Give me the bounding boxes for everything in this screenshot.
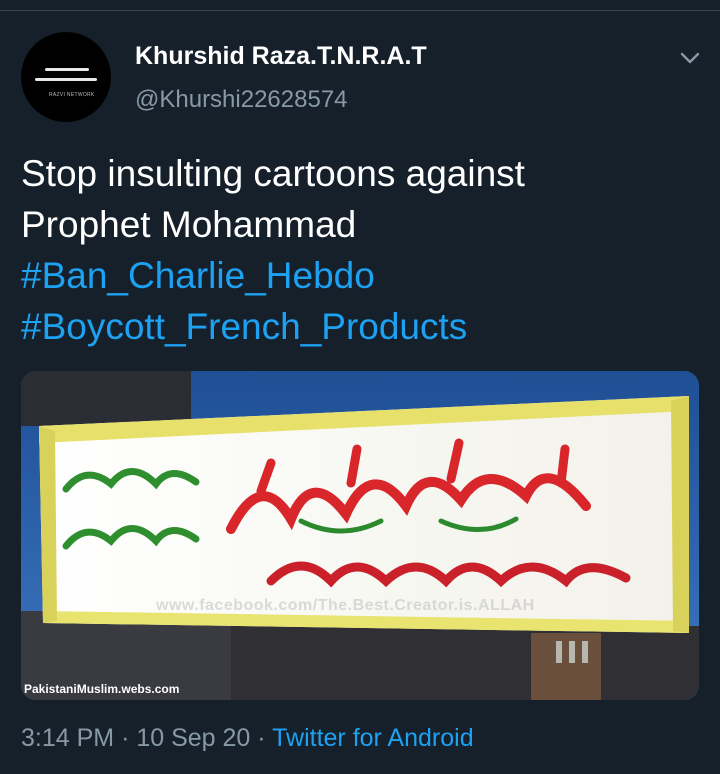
tweet-photo[interactable]: www.facebook.com/The.Best.Creator.is.ALL… xyxy=(21,371,699,700)
author-name[interactable]: Khurshid Raza.T.N.R.A.T xyxy=(135,42,427,71)
tweet-client-link[interactable]: Twitter for Android xyxy=(272,724,473,752)
chevron-down-icon[interactable] xyxy=(676,44,704,72)
tweet-meta: 3:14 PM · 10 Sep 20 · Twitter for Androi… xyxy=(21,724,474,753)
avatar-caption: RAZVI NETWORK xyxy=(49,92,95,98)
meta-separator: · xyxy=(257,724,266,752)
top-divider xyxy=(0,0,720,11)
tweet-text-line: Prophet Mohammad xyxy=(21,204,357,245)
avatar[interactable]: RAZVI NETWORK xyxy=(21,32,111,122)
hashtag-link[interactable]: #Boycott_French_Products xyxy=(21,301,701,352)
hashtag-link[interactable]: #Ban_Charlie_Hebdo xyxy=(21,250,701,301)
tweet-text: Stop insulting cartoons against Prophet … xyxy=(21,148,701,352)
photo-watermark: www.facebook.com/The.Best.Creator.is.ALL… xyxy=(156,597,535,614)
author-handle[interactable]: @Khurshi22628574 xyxy=(135,86,348,114)
photo-watermark: PakistaniMuslim.webs.com xyxy=(24,682,180,696)
avatar-calligraphy xyxy=(45,68,89,71)
avatar-calligraphy xyxy=(35,78,97,81)
tweet-text-line: Stop insulting cartoons against xyxy=(21,153,525,194)
tweet-date[interactable]: 10 Sep 20 xyxy=(136,724,250,752)
tweet-time[interactable]: 3:14 PM xyxy=(21,724,114,752)
meta-separator: · xyxy=(121,724,130,752)
banner-photo xyxy=(21,371,699,700)
